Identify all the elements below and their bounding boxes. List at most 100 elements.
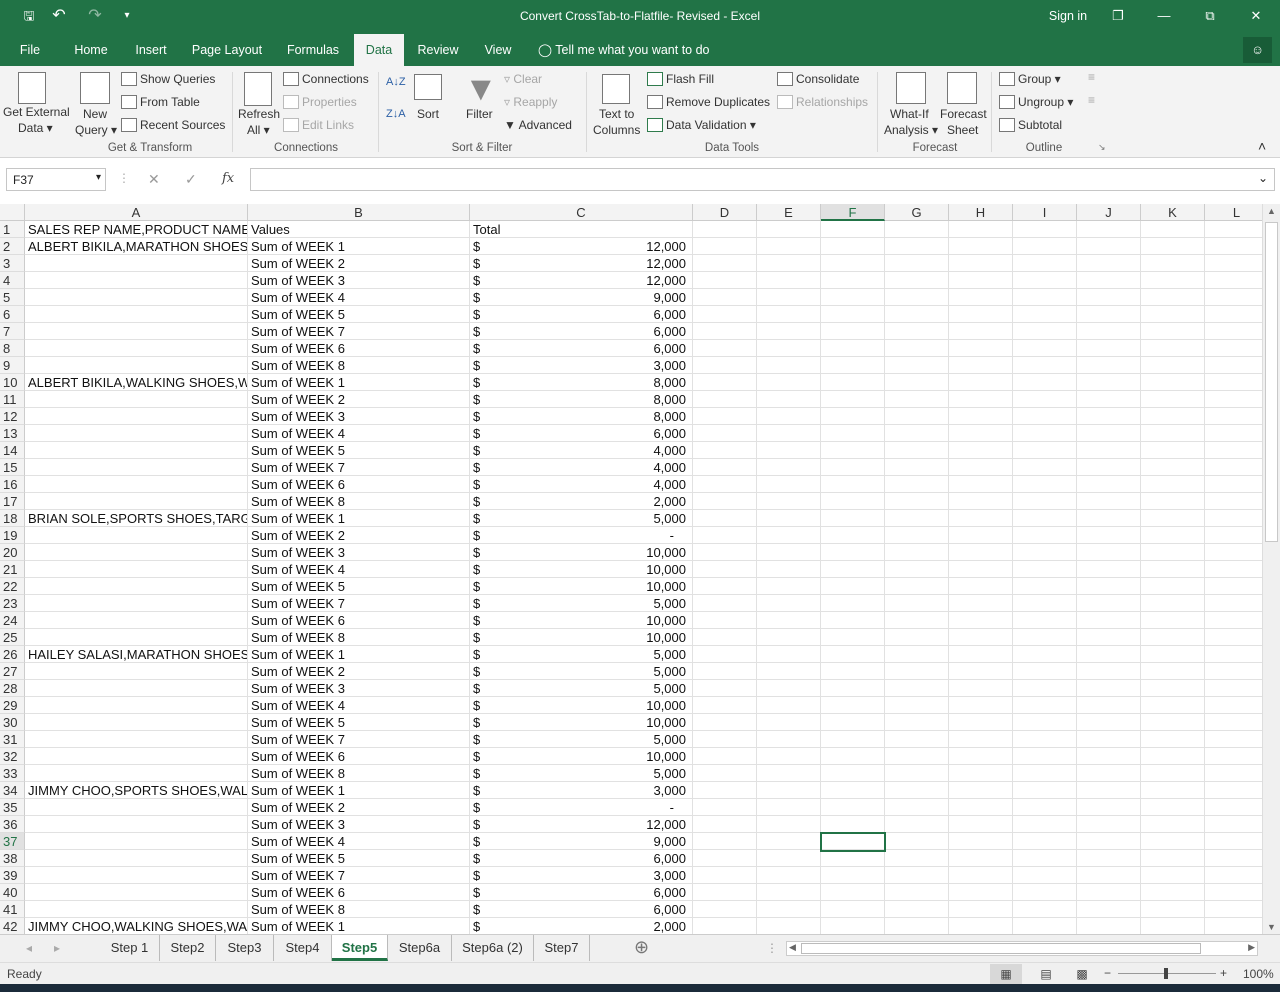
cell-b[interactable]: Sum of WEEK 6 (248, 748, 470, 765)
row-header[interactable]: 8 (0, 340, 25, 357)
cell-g[interactable] (885, 663, 949, 680)
cell-h[interactable] (949, 748, 1013, 765)
expand-formula-bar-icon[interactable]: ⌄ (1258, 171, 1268, 185)
cell-e[interactable] (757, 578, 821, 595)
cell-l[interactable] (1205, 238, 1262, 255)
cell-g[interactable] (885, 850, 949, 867)
cell-a[interactable] (25, 289, 248, 306)
cell-k[interactable] (1141, 799, 1205, 816)
cell-c[interactable]: $10,000 (470, 748, 693, 765)
cell-f[interactable] (821, 850, 885, 867)
cell-i[interactable] (1013, 527, 1077, 544)
cell-j[interactable] (1077, 561, 1141, 578)
cell-j[interactable] (1077, 374, 1141, 391)
cell-l[interactable] (1205, 425, 1262, 442)
cell-b[interactable]: Sum of WEEK 8 (248, 629, 470, 646)
cell-g[interactable] (885, 323, 949, 340)
cell-d[interactable] (693, 782, 757, 799)
cell-e[interactable] (757, 884, 821, 901)
row-header[interactable]: 17 (0, 493, 25, 510)
row-header[interactable]: 35 (0, 799, 25, 816)
cell-f[interactable] (821, 884, 885, 901)
cell-k[interactable] (1141, 459, 1205, 476)
row-header[interactable]: 40 (0, 884, 25, 901)
cell-h[interactable] (949, 595, 1013, 612)
cell-j[interactable] (1077, 391, 1141, 408)
cell-k[interactable] (1141, 323, 1205, 340)
cell-f[interactable] (821, 731, 885, 748)
cell-e[interactable] (757, 374, 821, 391)
properties-button[interactable]: Properties (283, 95, 357, 109)
cell-h[interactable] (949, 255, 1013, 272)
cell-c[interactable]: $10,000 (470, 629, 693, 646)
cell-k[interactable] (1141, 901, 1205, 918)
cell-k[interactable] (1141, 765, 1205, 782)
cell-c[interactable]: $9,000 (470, 833, 693, 850)
cell-b[interactable]: Sum of WEEK 8 (248, 493, 470, 510)
cell-j[interactable] (1077, 765, 1141, 782)
cell-b[interactable]: Sum of WEEK 5 (248, 850, 470, 867)
cell-h[interactable] (949, 238, 1013, 255)
cell-l[interactable] (1205, 255, 1262, 272)
cell-i[interactable] (1013, 289, 1077, 306)
row-header[interactable]: 26 (0, 646, 25, 663)
cell-h[interactable] (949, 714, 1013, 731)
cell-k[interactable] (1141, 595, 1205, 612)
save-icon[interactable]: 🖫 (18, 0, 40, 32)
cell-g[interactable] (885, 646, 949, 663)
cell-g[interactable] (885, 255, 949, 272)
text-to-columns-button-line2[interactable]: Columns (593, 123, 640, 137)
cell-l[interactable] (1205, 629, 1262, 646)
column-header-f[interactable]: F (821, 204, 885, 221)
cell-k[interactable] (1141, 476, 1205, 493)
cell-j[interactable] (1077, 731, 1141, 748)
cell-f[interactable] (821, 816, 885, 833)
tab-review[interactable]: Review (412, 34, 464, 66)
cell-c[interactable]: $6,000 (470, 901, 693, 918)
cell-c[interactable]: $8,000 (470, 391, 693, 408)
cell-b[interactable]: Sum of WEEK 7 (248, 459, 470, 476)
ribbon-display-options-icon[interactable]: ❐ (1100, 0, 1136, 32)
cell-k[interactable] (1141, 255, 1205, 272)
cell-k[interactable] (1141, 629, 1205, 646)
cell-a[interactable] (25, 578, 248, 595)
cell-j[interactable] (1077, 867, 1141, 884)
cell-b[interactable]: Sum of WEEK 2 (248, 663, 470, 680)
cell-h[interactable] (949, 272, 1013, 289)
cell-i[interactable] (1013, 850, 1077, 867)
cell-d[interactable] (693, 833, 757, 850)
text-to-columns-button[interactable]: Text to (599, 107, 634, 121)
cell-j[interactable] (1077, 306, 1141, 323)
cell-a[interactable]: ALBERT BIKILA,WALKING SHOES,W (25, 374, 248, 391)
cell-c[interactable]: $6,000 (470, 323, 693, 340)
cell-k[interactable] (1141, 289, 1205, 306)
cell-l[interactable] (1205, 816, 1262, 833)
cell-d[interactable] (693, 612, 757, 629)
cell-j[interactable] (1077, 901, 1141, 918)
cell-a[interactable]: JIMMY CHOO,SPORTS SHOES,WAL (25, 782, 248, 799)
cell-l[interactable] (1205, 765, 1262, 782)
cell-l[interactable] (1205, 221, 1262, 238)
cell-j[interactable] (1077, 493, 1141, 510)
relationships-button[interactable]: Relationships (777, 95, 868, 109)
cell-a[interactable] (25, 493, 248, 510)
cell-a[interactable] (25, 901, 248, 918)
cell-l[interactable] (1205, 442, 1262, 459)
cell-c[interactable]: $4,000 (470, 459, 693, 476)
cell-e[interactable] (757, 697, 821, 714)
tab-split-icon[interactable]: ⋮ (766, 941, 778, 955)
cell-d[interactable] (693, 765, 757, 782)
cell-j[interactable] (1077, 527, 1141, 544)
cell-a[interactable] (25, 697, 248, 714)
column-header-j[interactable]: J (1077, 204, 1141, 221)
cell-k[interactable] (1141, 493, 1205, 510)
cell-a[interactable] (25, 731, 248, 748)
cell-d[interactable] (693, 595, 757, 612)
sign-in-link[interactable]: Sign in (1040, 0, 1096, 32)
sort-button[interactable]: Sort (417, 107, 439, 121)
cell-a[interactable] (25, 476, 248, 493)
cell-c[interactable]: $3,000 (470, 357, 693, 374)
cell-i[interactable] (1013, 901, 1077, 918)
cell-d[interactable] (693, 663, 757, 680)
cell-j[interactable] (1077, 238, 1141, 255)
